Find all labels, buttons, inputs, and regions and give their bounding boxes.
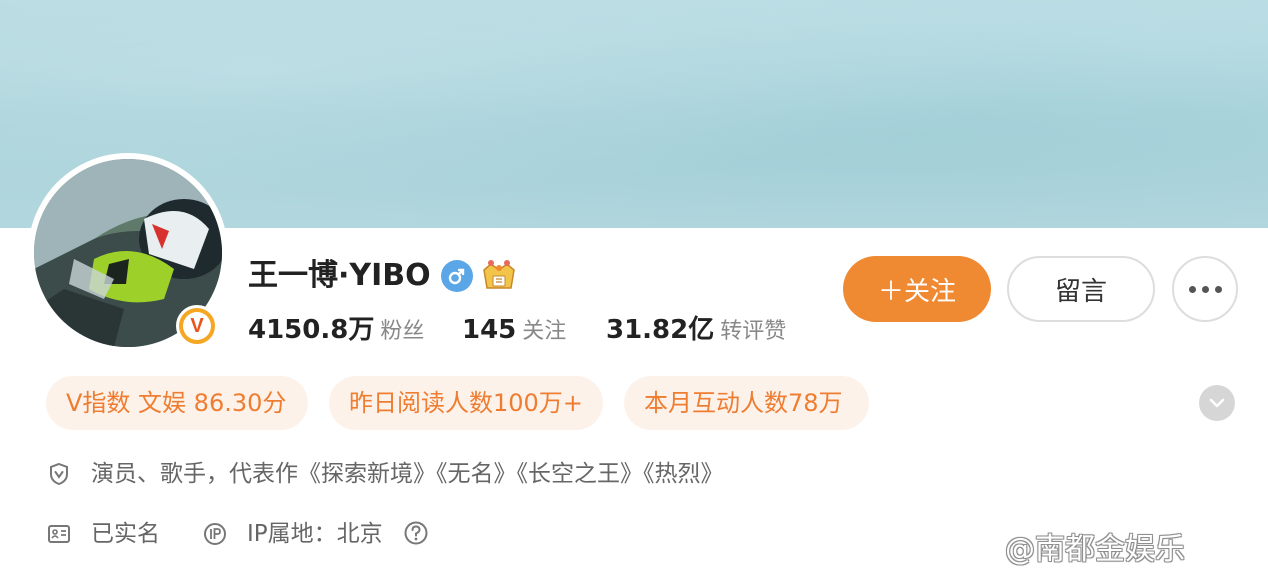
profile-name: 王一博·YIBO [248, 258, 431, 293]
male-icon [441, 260, 473, 292]
id-card-icon [48, 525, 70, 543]
following-count: 145 [462, 315, 517, 345]
ip-location: IP属地：北京 [247, 521, 383, 547]
real-name-status: 已实名 [91, 521, 160, 547]
stat-following[interactable]: 145 关注 [462, 310, 566, 353]
help-icon[interactable] [403, 520, 429, 546]
followers-label: 粉丝 [380, 319, 425, 344]
message-button[interactable]: 留言 [1007, 256, 1155, 322]
more-dot [1214, 285, 1222, 293]
verified-badge-letter: V [183, 312, 211, 340]
crown-level-icon[interactable] [481, 258, 517, 292]
watermark: @南都金娱乐 [1005, 532, 1185, 567]
followers-count: 4150.8万 [248, 315, 375, 345]
more-button[interactable] [1172, 256, 1238, 322]
verified-badge-icon: V [176, 305, 218, 347]
v-index-tag[interactable]: V指数 文娱 86.30分 [46, 376, 308, 430]
interactions-tag[interactable]: 本月互动人数78万 [624, 376, 869, 430]
stat-likes[interactable]: 31.82亿 转评赞 [606, 310, 786, 353]
following-label: 关注 [522, 319, 567, 344]
likes-label: 转评赞 [720, 319, 787, 344]
expand-chevron-icon[interactable] [1199, 385, 1235, 421]
reads-tag[interactable]: 昨日阅读人数100万+ [329, 376, 603, 430]
likes-count: 31.82亿 [606, 315, 715, 345]
follow-button[interactable]: ＋关注 [843, 256, 991, 322]
bio-text: 演员、歌手，代表作《探索新境》《无名》《长空之王》《热烈》 [91, 461, 724, 487]
more-dot [1201, 285, 1209, 293]
stat-followers[interactable]: 4150.8万 粉丝 [248, 310, 424, 353]
ip-icon [204, 523, 226, 545]
shield-icon [50, 462, 68, 486]
more-dots-icon [1188, 285, 1196, 293]
